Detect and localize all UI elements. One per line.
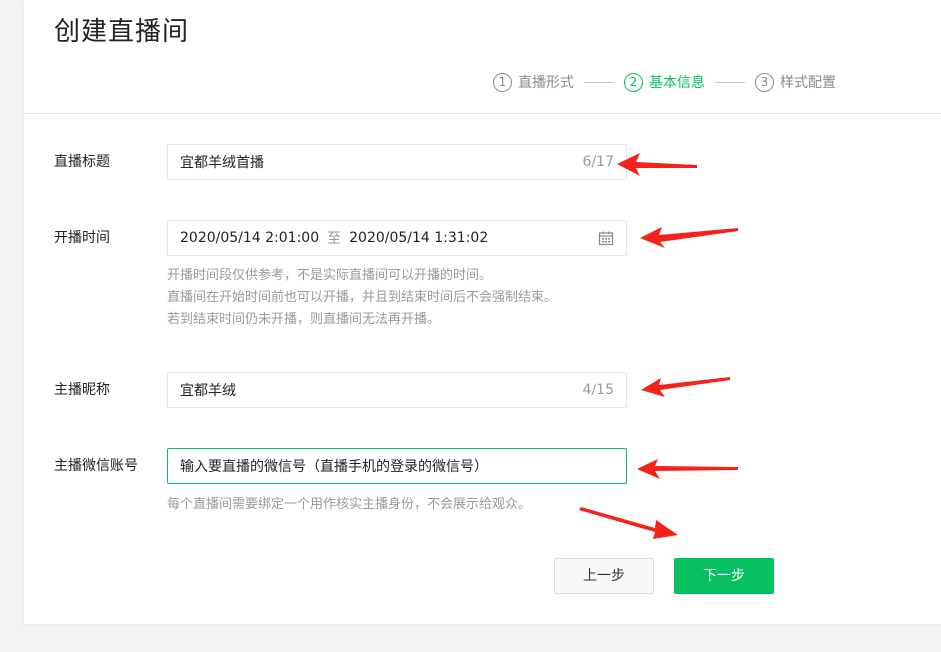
step-indicator: 1 直播形式 2 基本信息 3 样式配置 bbox=[493, 72, 836, 92]
header-divider bbox=[24, 113, 941, 114]
calendar-icon[interactable] bbox=[598, 230, 614, 246]
step-1: 1 直播形式 bbox=[493, 72, 574, 92]
time-hint-3: 若到结束时间仍未开播，则直播间无法再开播。 bbox=[167, 312, 441, 327]
step-label: 基本信息 bbox=[649, 75, 705, 91]
step-number: 3 bbox=[755, 72, 774, 92]
end-time-value[interactable]: 2020/05/14 1:31:02 bbox=[349, 230, 488, 246]
step-3: 3 样式配置 bbox=[755, 72, 836, 92]
step-connector bbox=[715, 81, 745, 83]
wechat-label: 主播微信账号 bbox=[54, 458, 138, 474]
prev-step-button[interactable]: 上一步 bbox=[554, 558, 654, 594]
next-step-button[interactable]: 下一步 bbox=[674, 558, 774, 594]
title-label: 直播标题 bbox=[54, 154, 110, 170]
page-title: 创建直播间 bbox=[54, 17, 190, 47]
time-hint-2: 直播间在开始时间前也可以开播，并且到结束时间后不会强制结束。 bbox=[167, 290, 558, 305]
time-label: 开播时间 bbox=[54, 230, 110, 246]
step-label: 样式配置 bbox=[780, 75, 836, 91]
time-range-picker[interactable]: 2020/05/14 2:01:00 至 2020/05/14 1:31:02 bbox=[167, 220, 627, 256]
form-panel bbox=[24, 0, 941, 624]
step-label: 直播形式 bbox=[518, 75, 574, 91]
step-number: 1 bbox=[493, 72, 512, 92]
wechat-hint: 每个直播间需要绑定一个用作核实主播身份，不会展示给观众。 bbox=[167, 497, 532, 512]
nickname-char-counter: 4/15 bbox=[582, 382, 614, 398]
range-separator: 至 bbox=[327, 231, 342, 247]
step-2-active: 2 基本信息 bbox=[624, 72, 705, 92]
nickname-input[interactable]: 宜都羊绒 4/15 bbox=[167, 372, 627, 408]
wechat-input-text: 输入要直播的微信号（直播手机的登录的微信号） bbox=[180, 459, 488, 475]
start-time-value[interactable]: 2020/05/14 2:01:00 bbox=[180, 230, 319, 246]
nickname-input-value: 宜都羊绒 bbox=[180, 383, 236, 399]
step-connector bbox=[584, 81, 614, 83]
step-number: 2 bbox=[624, 72, 643, 92]
title-input[interactable]: 宜都羊绒首播 6/17 bbox=[167, 144, 627, 180]
wechat-input[interactable]: 输入要直播的微信号（直播手机的登录的微信号） bbox=[167, 448, 627, 484]
title-char-counter: 6/17 bbox=[582, 154, 614, 170]
title-input-value: 宜都羊绒首播 bbox=[180, 155, 264, 171]
time-hint-1: 开播时间段仅供参考，不是实际直播间可以开播的时间。 bbox=[167, 268, 493, 283]
nickname-label: 主播昵称 bbox=[54, 382, 110, 398]
